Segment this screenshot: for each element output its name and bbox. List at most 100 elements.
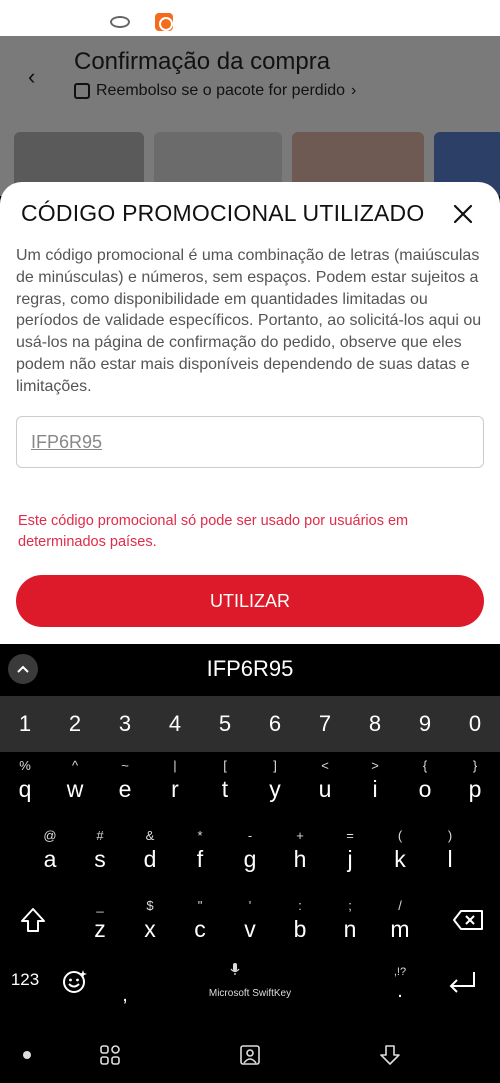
sheet-title: CÓDIGO PROMOCIONAL UTILIZADO [21,200,425,226]
number-key[interactable]: 7 [300,696,350,752]
key-letter: u [318,776,332,802]
clipboard-icon[interactable] [235,1040,265,1070]
hide-keyboard-icon[interactable] [375,1040,405,1070]
key-letter: i [372,776,378,802]
key-alt-symbol: % [19,758,31,773]
key-alt-symbol: & [145,828,155,843]
key-letter: b [293,916,307,942]
key-alt-symbol: " [197,898,203,913]
space-bar-label: Microsoft SwiftKey [208,988,292,999]
key-alt-symbol: / [398,898,402,913]
key-letter: t [221,776,229,802]
letter-key[interactable]: > i [350,752,400,816]
letter-key[interactable]: ' v [225,892,275,956]
key-letter: s [94,846,106,872]
refund-notice: Reembolso se o pacote for perdido › [74,82,356,100]
number-key[interactable]: 3 [100,696,150,752]
key-alt-symbol: : [298,898,302,913]
notification-app-icon [110,16,130,28]
shift-icon[interactable] [8,900,58,940]
letter-key[interactable]: % q [0,752,50,816]
promo-code-field[interactable] [16,416,484,468]
number-key[interactable]: 9 [400,696,450,752]
letter-key[interactable]: ^ w [50,752,100,816]
key-letter: h [293,846,307,872]
keyboard-nav-row [0,1028,500,1083]
letter-key[interactable]: & d [125,822,175,886]
symbols-key[interactable]: 123 [0,970,50,990]
letter-key[interactable]: / m [375,892,425,956]
key-alt-symbol: ( [397,828,403,843]
letter-key[interactable]: * f [175,822,225,886]
key-alt-symbol: = [346,828,354,843]
page-title: Confirmação da compra [74,48,331,75]
letter-key[interactable]: # s [75,822,125,886]
apps-grid-icon[interactable] [95,1040,125,1070]
letter-key[interactable]: " c [175,892,225,956]
dot-indicator-icon[interactable] [12,1040,42,1070]
key-letter: l [447,846,453,872]
key-letter: q [18,776,32,802]
key-letter: w [66,776,84,802]
letter-key[interactable]: _ z [75,892,125,956]
key-alt-symbol: ' [248,898,252,913]
number-key[interactable]: 5 [200,696,250,752]
key-alt-symbol: [ [223,758,227,773]
letter-key[interactable]: @ a [25,822,75,886]
letter-key[interactable]: [t [200,752,250,816]
status-bar [0,0,500,36]
letter-key[interactable]: | r [150,752,200,816]
key-letter: g [243,846,257,872]
background-page: ‹ Confirmação da compra Reembolso se o p… [0,36,500,196]
period-key-main: . [397,980,403,1002]
suggestion-word[interactable]: IFP6R95 [0,656,500,682]
chevron-right-icon: › [351,82,357,99]
number-key[interactable]: 8 [350,696,400,752]
letter-key[interactable]: -g [225,822,275,886]
promo-code-description: Um código promocional é uma combinação d… [16,247,482,395]
key-alt-symbol: < [321,758,329,773]
letter-key[interactable]: < u [300,752,350,816]
key-letter: e [118,776,132,802]
number-key[interactable]: 4 [150,696,200,752]
key-letter: m [390,916,410,942]
refund-notice-text: Reembolso se o pacote for perdido [96,82,346,99]
number-key[interactable]: 6 [250,696,300,752]
backspace-icon[interactable] [443,900,493,940]
space-bar[interactable]: Microsoft SwiftKey [110,956,390,1016]
letter-key[interactable]: ; n [325,892,375,956]
enter-icon[interactable] [440,968,484,998]
letter-key[interactable]: ~ e [100,752,150,816]
letter-key[interactable]: ) l [425,822,475,886]
emoji-icon[interactable] [62,968,88,994]
period-key[interactable]: ,!? . [375,966,425,1003]
number-key[interactable]: 1 [0,696,50,752]
suggestion-bar: IFP6R95 [0,644,500,696]
letter-key[interactable]: = j [325,822,375,886]
key-alt-symbol: ~ [121,758,129,773]
number-key[interactable]: 0 [450,696,500,752]
key-alt-symbol: } [472,758,478,773]
back-chevron-icon: ‹ [28,64,36,89]
letter-key[interactable]: (k [375,822,425,886]
letter-key[interactable]: + h [275,822,325,886]
key-letter: v [244,916,256,942]
key-letter: f [196,846,204,872]
microphone-icon[interactable] [230,962,240,979]
letter-key[interactable]: :b [275,892,325,956]
letter-key[interactable]: } p [450,752,500,816]
apply-button[interactable]: UTILIZAR [16,575,484,627]
key-letter: y [269,776,281,802]
letter-key[interactable]: $ x [125,892,175,956]
letter-key[interactable]: {o [400,752,450,816]
number-row: 1234567890 [0,696,500,752]
key-letter: r [171,776,179,802]
close-icon[interactable] [451,202,475,226]
key-letter: j [347,846,353,872]
promo-code-input[interactable] [31,431,469,453]
letter-key[interactable]: ] y [250,752,300,816]
error-message: Este código promocional só pode ser usad… [18,513,409,550]
key-alt-symbol: # [96,828,104,843]
keyboard: IFP6R95 1234567890 % q ^ w ~ e | r[t] y < u > i{o} p … [0,644,500,1083]
number-key[interactable]: 2 [50,696,100,752]
